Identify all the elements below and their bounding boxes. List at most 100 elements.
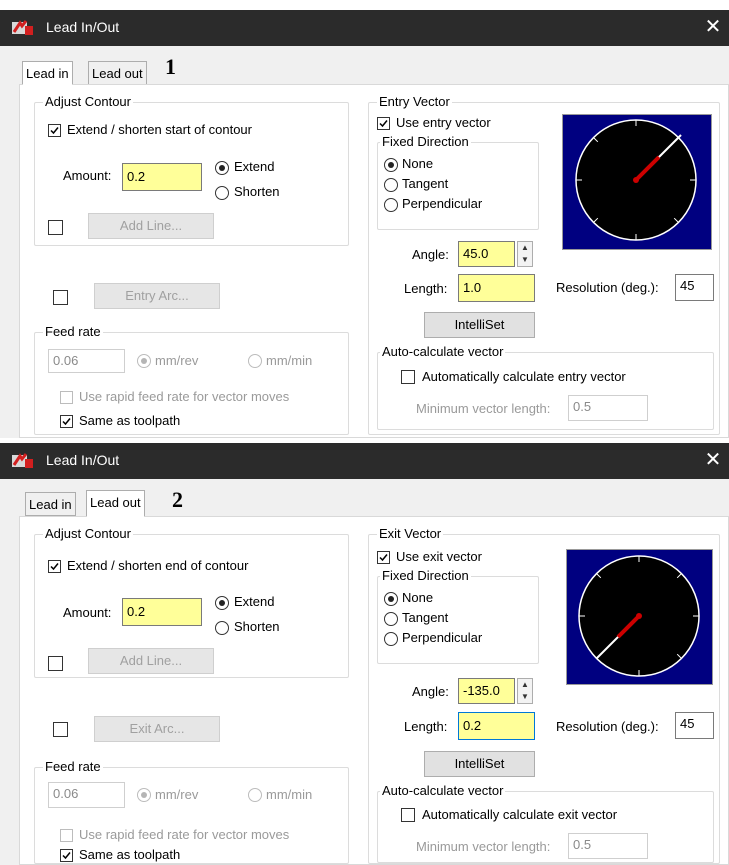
mm-min-radio[interactable] [248,354,262,368]
rapid-feed-checkbox[interactable] [60,829,73,842]
lead-in-out-dialog-1: Lead In/Out ✕ Lead in Lead out 1 Adjust … [0,10,729,438]
mm-rev-radio[interactable] [137,354,151,368]
rapid-feed-label: Use rapid feed rate for vector moves [79,389,290,404]
angle-label: Angle: [412,684,449,699]
rapid-feed-checkbox[interactable] [60,391,73,404]
none-radio[interactable] [384,592,398,606]
spin-down-icon[interactable]: ▼ [518,254,532,266]
feed-rate-input[interactable]: 0.06 [48,782,125,808]
add-line-checkbox[interactable] [48,220,63,235]
window-title: Lead In/Out [46,452,120,468]
same-as-toolpath-checkbox[interactable] [60,415,73,428]
exit-arc-button[interactable]: Exit Arc... [94,716,220,742]
extend-shorten-label: Extend / shorten end of contour [67,558,249,573]
amount-input[interactable]: 0.2 [122,163,202,191]
resolution-label: Resolution (deg.): [556,280,659,295]
intelliset-button[interactable]: IntelliSet [424,312,535,338]
extend-shorten-checkbox[interactable] [48,560,61,573]
use-exit-vector-label: Use exit vector [396,549,482,564]
entry-arc-checkbox[interactable] [53,290,68,305]
mm-rev-label: mm/rev [155,787,199,802]
entry-vector-compass[interactable] [562,114,712,250]
mm-min-radio[interactable] [248,788,262,802]
auto-calculate-checkbox[interactable] [401,370,415,384]
spin-up-icon[interactable]: ▲ [518,242,532,254]
auto-calculate-group: Auto-calculate vector Automatically calc… [377,344,714,430]
shorten-radio[interactable] [215,186,229,200]
spin-up-icon[interactable]: ▲ [518,679,532,691]
tab-lead-in[interactable]: Lead in [25,492,76,516]
close-icon[interactable]: ✕ [701,15,725,39]
tangent-radio[interactable] [384,178,398,192]
use-exit-vector-checkbox[interactable] [377,551,390,564]
amount-label: Amount: [63,605,112,620]
angle-input[interactable]: 45.0 [458,241,515,267]
length-input[interactable]: 0.2 [458,712,535,740]
resolution-input[interactable]: 45 [675,274,714,301]
entry-arc-button[interactable]: Entry Arc... [94,283,220,309]
shorten-radio-label: Shorten [234,619,280,634]
fixed-direction-group: Fixed Direction None Tangent Perpendicul… [377,568,539,664]
length-label: Length: [404,719,448,734]
angle-label: Angle: [412,247,449,262]
tab-lead-out[interactable]: Lead out [86,490,145,517]
min-length-input[interactable]: 0.5 [568,395,648,421]
angle-spinner[interactable]: ▲ ▼ [517,678,533,704]
entry-vector-label: Entry Vector [377,94,452,109]
extend-shorten-checkbox[interactable] [48,124,61,137]
perpendicular-radio[interactable] [384,198,398,212]
add-line-button[interactable]: Add Line... [88,213,214,239]
feed-rate-input[interactable]: 0.06 [48,349,125,373]
add-line-button[interactable]: Add Line... [88,648,214,674]
rapid-feed-label: Use rapid feed rate for vector moves [79,827,290,842]
angle-spinner[interactable]: ▲ ▼ [517,241,533,267]
same-as-toolpath-label: Same as toolpath [79,847,181,862]
fixed-direction-label: Fixed Direction [380,568,471,583]
use-entry-vector-checkbox[interactable] [377,117,390,130]
tab-lead-out[interactable]: Lead out [88,61,147,85]
length-input[interactable]: 1.0 [458,274,535,302]
intelliset-button[interactable]: IntelliSet [424,751,535,777]
none-radio[interactable] [384,158,398,172]
amount-input[interactable]: 0.2 [122,598,202,626]
auto-calculate-group: Auto-calculate vector Automatically calc… [377,783,714,863]
auto-calculate-label: Auto-calculate vector [380,344,506,359]
mm-min-label: mm/min [266,787,313,802]
exit-vector-compass[interactable] [566,549,713,685]
tangent-label: Tangent [402,176,449,191]
mm-min-label: mm/min [266,353,313,368]
min-length-label: Minimum vector length: [416,401,551,416]
close-icon[interactable]: ✕ [701,448,725,472]
angle-input[interactable]: -135.0 [458,678,515,704]
extend-radio[interactable] [215,161,229,175]
tangent-radio[interactable] [384,612,398,626]
exit-vector-group: Exit Vector Use exit vector Fixed Direct… [368,526,720,864]
fixed-direction-label: Fixed Direction [380,134,471,149]
perpendicular-label: Perpendicular [402,196,483,211]
mm-rev-label: mm/rev [155,353,199,368]
auto-calculate-checkbox-label: Automatically calculate exit vector [422,807,618,822]
title-bar: Lead In/Out ✕ [0,443,729,479]
resolution-input[interactable]: 45 [675,712,714,739]
extend-shorten-label: Extend / shorten start of contour [67,122,252,137]
add-line-checkbox[interactable] [48,656,63,671]
window-title: Lead In/Out [46,19,120,35]
perpendicular-label: Perpendicular [402,630,483,645]
amount-label: Amount: [63,168,112,183]
mm-rev-radio[interactable] [137,788,151,802]
exit-vector-label: Exit Vector [377,526,444,541]
tangent-label: Tangent [402,610,449,625]
shorten-radio[interactable] [215,621,229,635]
extend-radio[interactable] [215,596,229,610]
exit-arc-checkbox[interactable] [53,722,68,737]
perpendicular-radio[interactable] [384,632,398,646]
tab-lead-in[interactable]: Lead in [22,61,73,85]
auto-calculate-checkbox[interactable] [401,808,415,822]
adjust-contour-group: Adjust Contour Extend / shorten start of… [34,94,349,246]
same-as-toolpath-label: Same as toolpath [79,413,181,428]
same-as-toolpath-checkbox[interactable] [60,849,73,862]
adjust-contour-group: Adjust Contour Extend / shorten end of c… [34,526,349,678]
annotation-number: 2 [172,487,183,512]
min-length-input[interactable]: 0.5 [568,833,648,859]
spin-down-icon[interactable]: ▼ [518,691,532,703]
